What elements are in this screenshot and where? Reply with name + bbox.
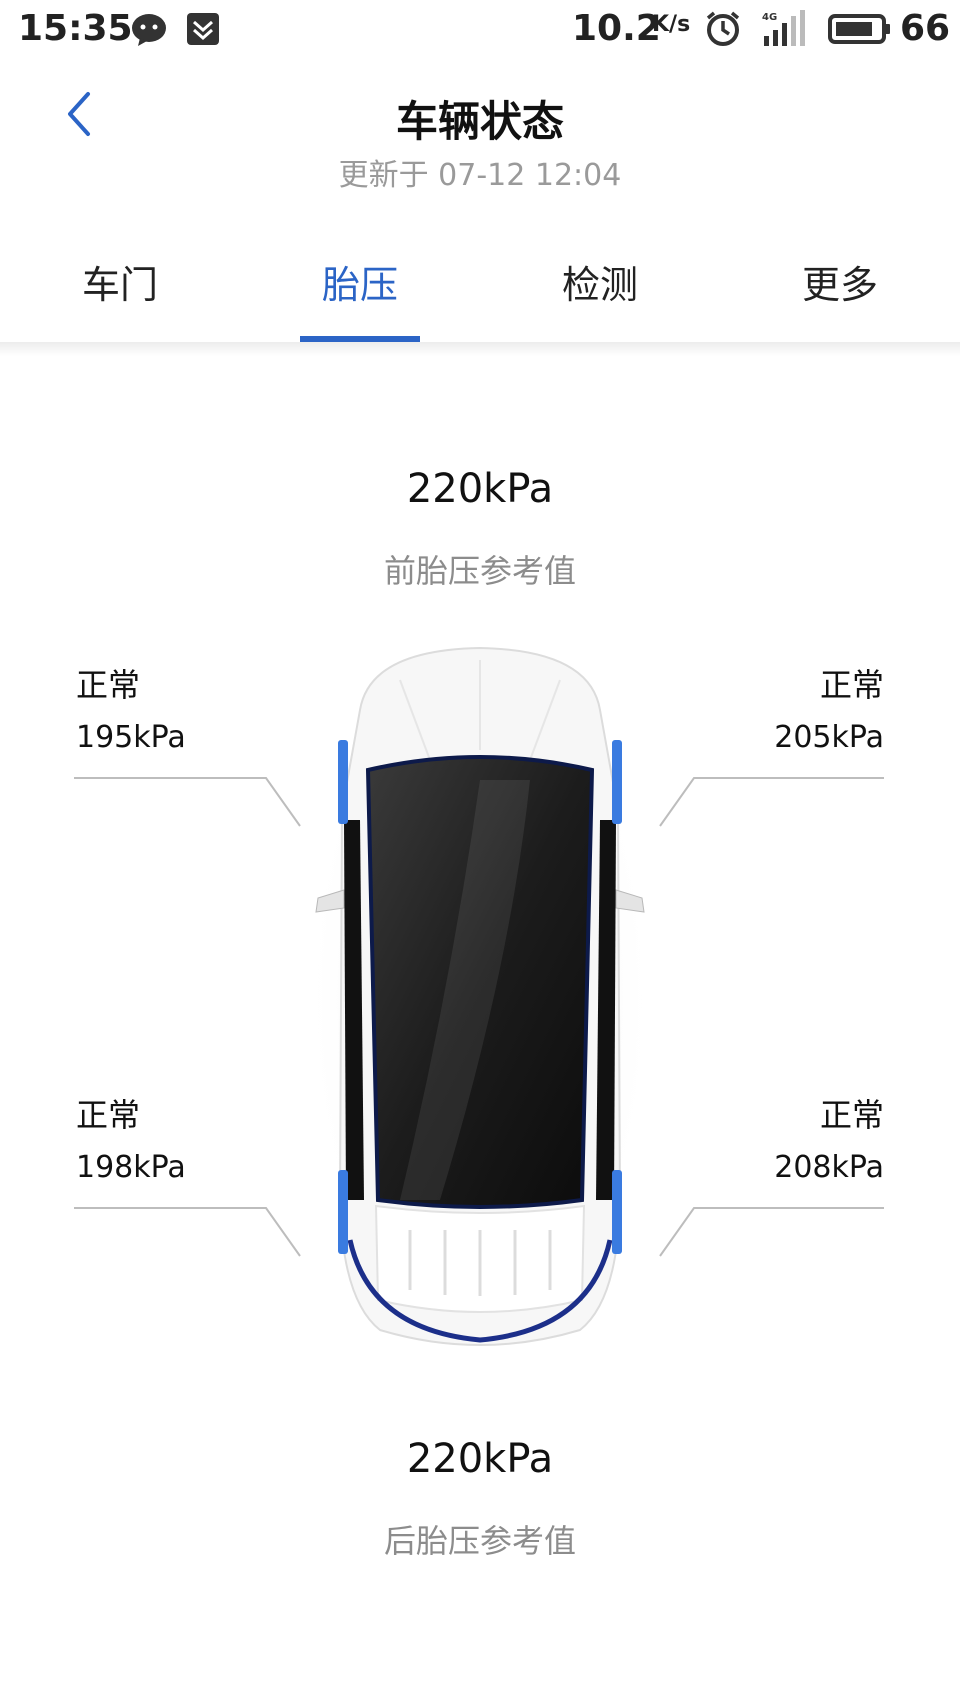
front-right-leader-line	[659, 777, 884, 827]
rear-reference-label: 后胎压参考值	[383, 1522, 576, 1560]
rear-right-tire	[612, 1170, 622, 1254]
rear-reference-value: 220kPa	[406, 1436, 554, 1482]
rear-right-leader-line	[659, 1207, 884, 1257]
rear-left-tire	[338, 1170, 348, 1254]
car-top-view-image	[305, 640, 655, 1360]
front-right-tire	[612, 740, 622, 824]
rear-left-leader-line	[74, 1207, 301, 1257]
front-left-leader-line	[74, 777, 301, 827]
front-left-tire	[338, 740, 348, 824]
